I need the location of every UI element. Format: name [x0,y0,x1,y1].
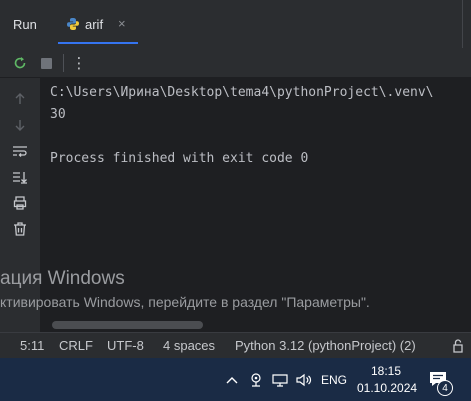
activation-watermark-text: ктивировать Windows, перейдите в раздел … [0,294,370,310]
line-separator[interactable]: CRLF [59,338,93,353]
webcam-icon[interactable] [248,372,264,388]
rerun-icon[interactable] [11,54,29,72]
panel-divider [462,0,463,48]
file-encoding[interactable]: UTF-8 [107,338,144,353]
scroll-to-end-icon[interactable] [11,168,29,186]
clock-time[interactable]: 18:15 [371,364,401,378]
console-line: Process finished with exit code 0 [50,151,309,166]
network-icon[interactable] [272,372,288,388]
python-icon [66,17,80,31]
horizontal-scrollbar[interactable] [52,321,203,329]
run-toolbar: ⋮ [0,48,471,78]
notification-count-badge: 4 [437,380,453,396]
windows-taskbar: ENG 18:15 01.10.2024 4 [0,358,471,401]
activation-watermark-title: ация Windows [0,268,125,289]
chevron-up-icon[interactable] [224,372,240,388]
console-line: 30 [50,107,66,122]
arrow-up-icon[interactable] [11,90,29,108]
status-bar: 5:11 CRLF UTF-8 4 spaces Python 3.12 (py… [0,332,471,358]
console-line: C:\Users\Ирина\Desktop\tema4\pythonProje… [50,85,434,100]
close-tab-icon[interactable]: × [118,16,126,31]
run-tab-arif[interactable]: arif × [58,8,138,46]
print-icon[interactable] [11,194,29,212]
arrow-down-icon[interactable] [11,116,29,134]
run-tool-window-header: Run arif × [0,0,471,48]
soft-wrap-icon[interactable] [11,142,29,160]
toolbar-separator [63,54,64,72]
volume-icon[interactable] [296,372,312,388]
python-interpreter[interactable]: Python 3.12 (pythonProject) (2) [235,338,416,353]
caret-position[interactable]: 5:11 [20,338,44,353]
lock-icon[interactable] [452,339,464,356]
active-tab-indicator [58,42,138,44]
more-actions-icon[interactable]: ⋮ [70,54,88,72]
run-panel-title: Run [13,17,37,32]
run-tab-label: arif [85,17,104,32]
clock-date[interactable]: 01.10.2024 [357,381,417,395]
stop-icon[interactable] [37,54,55,72]
trash-icon[interactable] [11,220,29,238]
input-language[interactable]: ENG [321,373,347,387]
indent-setting[interactable]: 4 spaces [163,338,215,353]
